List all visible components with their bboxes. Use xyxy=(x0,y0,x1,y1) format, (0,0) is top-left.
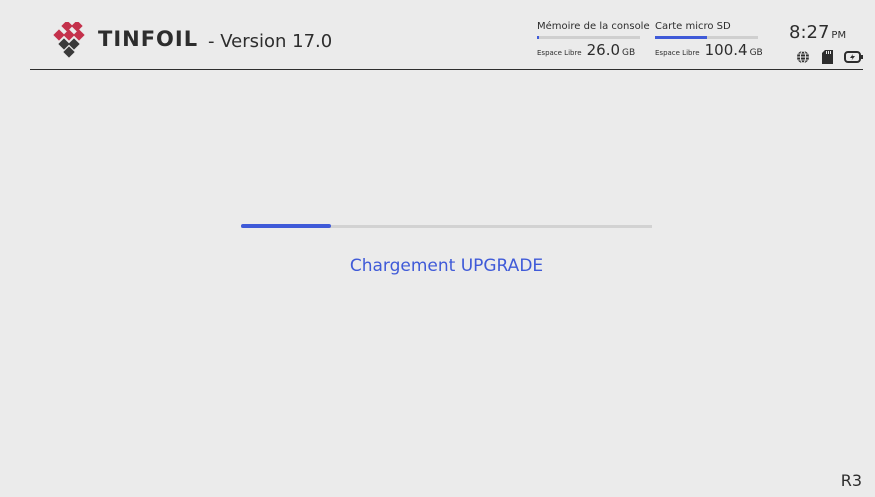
tinfoil-logo-icon xyxy=(53,22,85,58)
sd-storage-label: Carte micro SD xyxy=(655,21,731,32)
sd-storage-bar xyxy=(655,36,758,39)
top-bar: TINFOIL - Version 17.0 Mémoire de la con… xyxy=(0,0,875,70)
console-free-space: Espace Libre 26.0 GB xyxy=(537,40,650,59)
console-storage-bar-fill xyxy=(537,36,540,39)
console-free-value: 26.0 xyxy=(586,41,621,59)
sd-free-space: Espace Libre 100.4 GB xyxy=(655,40,763,59)
console-free-label: Espace Libre xyxy=(537,49,582,57)
battery-icon xyxy=(844,49,864,68)
loading-progress-bar xyxy=(241,224,652,228)
sd-free-unit: GB xyxy=(749,48,763,58)
r3-button-hint: R3 xyxy=(840,471,862,490)
console-storage-bar xyxy=(537,36,640,39)
sd-storage-bar-fill xyxy=(655,36,707,39)
console-free-unit: GB xyxy=(622,48,636,58)
loading-progress-fill xyxy=(241,224,332,228)
loading-status-text: Chargement UPGRADE xyxy=(349,256,544,276)
sd-free-value: 100.4 xyxy=(704,41,748,59)
app-version: - Version 17.0 xyxy=(208,31,333,52)
app-title: TINFOIL xyxy=(98,27,199,51)
sd-card-icon xyxy=(822,49,833,68)
clock: 8:27 PM xyxy=(789,22,846,43)
clock-time: 8:27 xyxy=(789,22,830,43)
console-storage-indicator: Mémoire de la console Espace Libre 26.0 G… xyxy=(537,21,650,59)
sd-storage-indicator: Carte micro SD Espace Libre 100.4 GB xyxy=(655,21,763,59)
header-divider xyxy=(30,69,863,70)
console-storage-label: Mémoire de la console xyxy=(537,21,650,32)
clock-ampm: PM xyxy=(831,30,847,41)
sd-free-label: Espace Libre xyxy=(655,49,700,57)
globe-icon xyxy=(796,49,810,68)
